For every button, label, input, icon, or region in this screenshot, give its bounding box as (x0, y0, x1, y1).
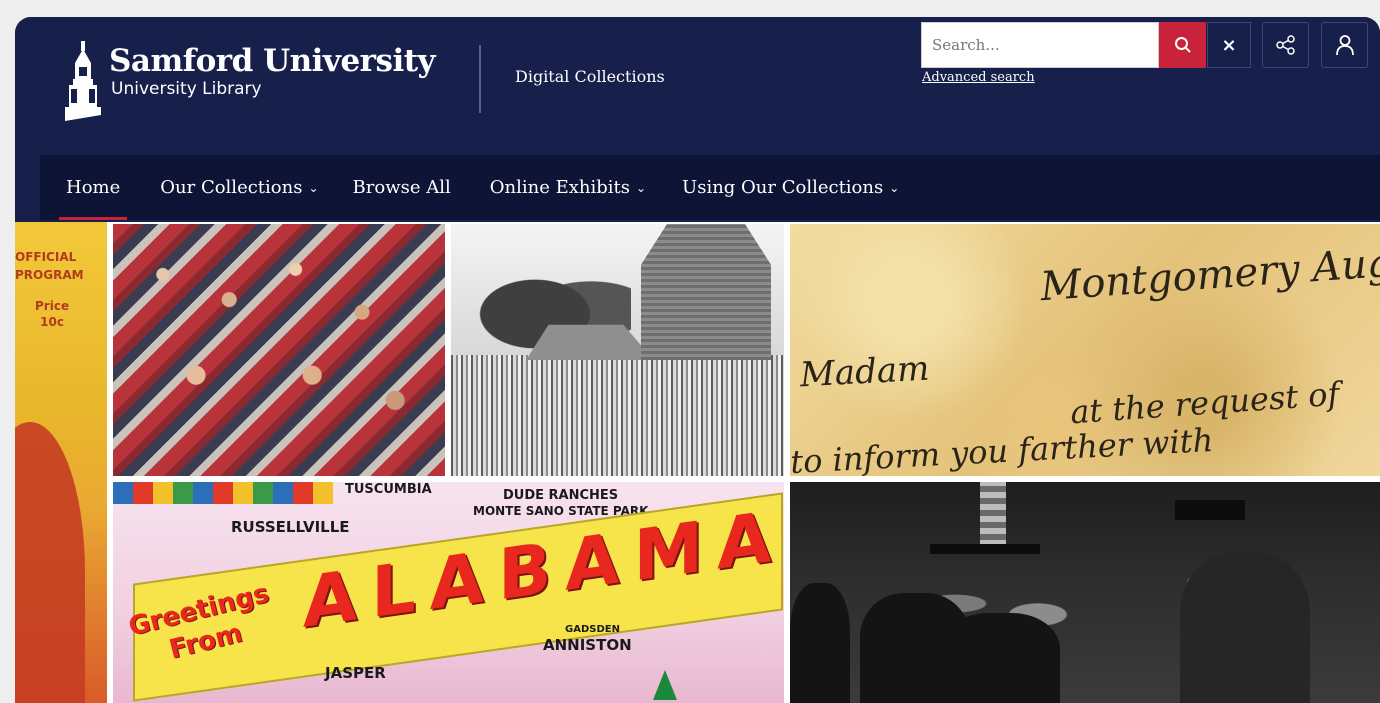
search-box (921, 22, 1159, 68)
photo-flag (980, 482, 1006, 552)
chevron-down-icon: ⌄ (889, 180, 900, 195)
postcard-tree (653, 670, 677, 700)
search-input[interactable] (922, 23, 1158, 67)
nav-item-online-exhibits[interactable]: Online Exhibits ⌄ (490, 155, 646, 220)
logo-subtitle: University Library (111, 79, 262, 99)
program-line-1: OFFICIAL (15, 250, 77, 264)
letter-line-1: Montgomery Aug (1038, 239, 1380, 311)
nav-item-label: Using Our Collections (682, 177, 884, 198)
clear-search-button[interactable]: × (1207, 22, 1251, 68)
program-price: Price 10c (35, 298, 69, 330)
nav-item-label: Online Exhibits (489, 177, 630, 198)
share-button[interactable] (1262, 22, 1309, 68)
program-title: OFFICIAL PROGRAM (15, 248, 107, 284)
nav-item-browse-all[interactable]: Browse All (353, 155, 451, 220)
tile-official-program[interactable]: OFFICIAL PROGRAM Price 10c (15, 222, 107, 703)
tile-football-crowd[interactable] (113, 224, 445, 476)
photo-cap (1175, 500, 1245, 520)
search-icon (1174, 37, 1191, 53)
nav-item-label: Our Collections (160, 177, 303, 198)
header-divider (479, 45, 481, 113)
photo-gown (1180, 553, 1310, 703)
photo-building (641, 224, 771, 360)
advanced-search-link[interactable]: Advanced search (922, 70, 1035, 85)
nav-item-using-our-collections[interactable]: Using Our Collections ⌄ (682, 155, 899, 220)
nav-item-label: Home (66, 177, 121, 198)
site-header: Samford University University Library Di… (15, 17, 1380, 155)
bell-tower-icon (65, 41, 101, 121)
tile-alabama-postcard[interactable]: TUSCUMBIA RUSSELLVILLE DUDE RANCHES MONT… (113, 482, 784, 703)
main-nav: Home Our Collections ⌄ Browse All Online … (40, 155, 1380, 220)
chevron-down-icon: ⌄ (635, 180, 647, 195)
browser-frame: Samford University University Library Di… (15, 17, 1380, 703)
letter-line-2: Madam (799, 348, 931, 396)
user-icon (1335, 35, 1354, 56)
photo-gown (790, 583, 850, 703)
postcard-town: RUSSELLVILLE (231, 518, 350, 536)
postcard-town: GADSDEN (565, 624, 620, 635)
photo-gown (940, 613, 1060, 703)
account-button[interactable] (1321, 22, 1368, 68)
tile-graduation-ceremony[interactable] (790, 482, 1380, 703)
postcard-town: TUSCUMBIA (345, 482, 432, 497)
site-title-link[interactable]: Digital Collections (515, 67, 665, 86)
logo-name: Samford University (109, 43, 436, 79)
program-illustration (15, 422, 85, 703)
share-icon (1275, 35, 1295, 55)
close-icon: × (1221, 34, 1237, 56)
nav-item-our-collections[interactable]: Our Collections ⌄ (160, 155, 318, 220)
program-price-label: Price (35, 299, 70, 313)
chevron-down-icon: ⌄ (308, 180, 319, 195)
postcard-strip (113, 482, 333, 504)
nav-item-home[interactable]: Home (58, 155, 128, 220)
postcard-town: JASPER (325, 664, 386, 682)
samford-logo[interactable]: Samford University University Library (63, 41, 436, 121)
postcard-town: DUDE RANCHES (503, 488, 619, 503)
collection-mosaic: OFFICIAL PROGRAM Price 10c Montgomery Au… (15, 222, 1380, 703)
letter-line-4: to inform you farther with (790, 420, 1215, 476)
search-button[interactable] (1159, 22, 1206, 68)
postcard-town: ANNISTON (543, 636, 632, 654)
photo-cap (930, 544, 1040, 554)
program-price-amount: 10c (40, 315, 64, 329)
nav-item-label: Browse All (352, 177, 451, 198)
tile-revival-gathering[interactable] (451, 224, 784, 476)
tile-handwritten-letter[interactable]: Montgomery Aug Madam at the request of t… (790, 224, 1380, 476)
program-line-2: PROGRAM (15, 268, 84, 282)
